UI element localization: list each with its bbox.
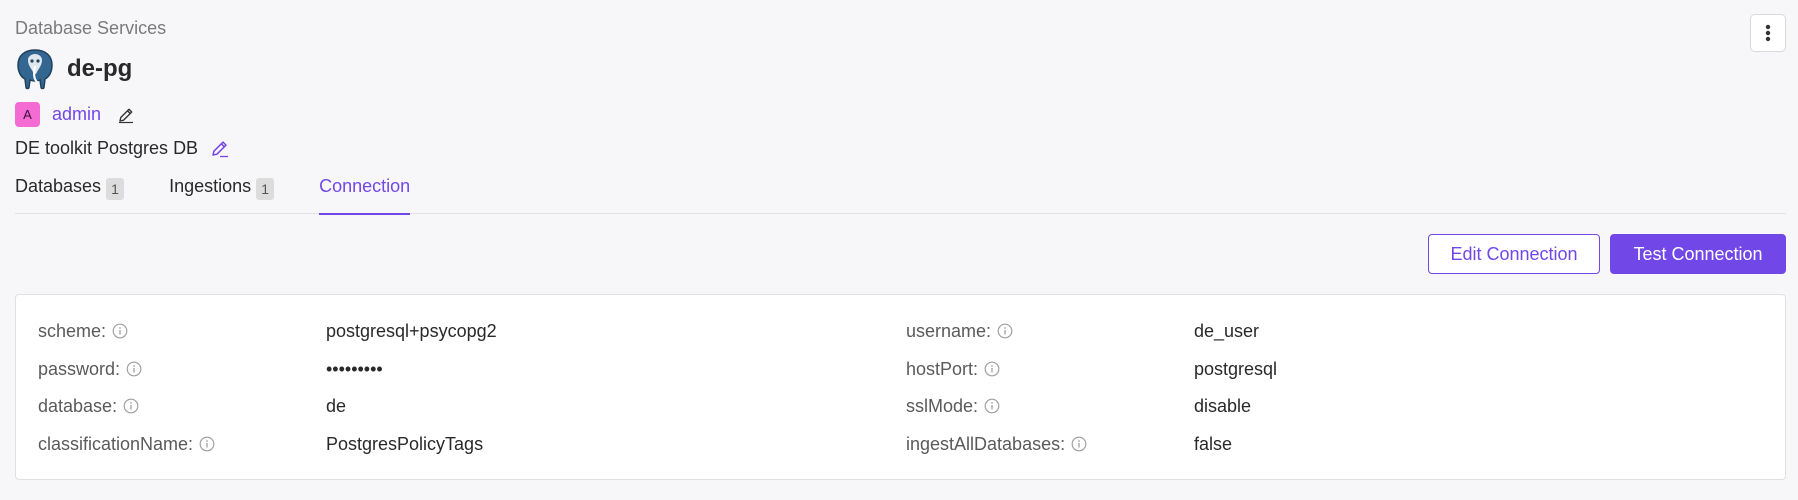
connection-fields: scheme: postgresql+psycopg2 password: •••••… (16, 295, 1785, 479)
connection-field-value: false (1194, 433, 1233, 454)
connection-field-label: scheme: (38, 319, 128, 343)
field-key-text: classificationName: (38, 433, 194, 454)
field-key-text: username: (906, 320, 992, 341)
field-key-text: scheme: (38, 320, 107, 341)
connection-field-value: postgresql+psycopg2 (326, 320, 497, 341)
field-key-text: password: (38, 358, 121, 379)
connection-field-label: classificationName: (38, 432, 215, 456)
field-key-text: ingestAllDatabases: (906, 433, 1066, 454)
breadcrumb[interactable]: Database Services (15, 18, 166, 39)
tab-count-badge: 1 (256, 178, 275, 200)
field-key-text: hostPort: (906, 358, 979, 379)
tab-count-badge: 1 (106, 178, 125, 200)
tab-label: Connection (319, 176, 411, 196)
field-key-text: database: (38, 395, 118, 416)
connection-field-value: PostgresPolicyTags (326, 433, 484, 454)
connection-details-card: scheme: postgresql+psycopg2 password: •••••… (15, 294, 1786, 480)
connection-field-label: ingestAllDatabases: (906, 432, 1087, 456)
tab-label: Databases (15, 176, 102, 196)
owner-row: A admin (15, 102, 135, 127)
tab-bar: Databases 1 Ingestions 1 Connection (15, 174, 1786, 215)
tab-databases[interactable]: Databases 1 (15, 174, 125, 214)
test-connection-button[interactable]: Test Connection (1610, 234, 1786, 274)
description-row: DE toolkit Postgres DB (15, 138, 230, 159)
tab-connection[interactable]: Connection (319, 174, 411, 215)
connection-actions: Edit Connection Test Connection (1428, 234, 1786, 274)
connection-field-value: disable (1194, 395, 1252, 416)
pencil-icon[interactable] (117, 106, 135, 124)
connection-field-value: de (326, 395, 347, 416)
owner-link[interactable]: admin (52, 104, 101, 125)
field-key-text: sslMode: (906, 395, 979, 416)
tab-label: Ingestions (169, 176, 252, 196)
connection-field-value: de_user (1194, 320, 1260, 341)
connection-field-label: hostPort: (906, 357, 1000, 381)
more-options-button[interactable] (1750, 14, 1786, 52)
info-icon[interactable] (126, 361, 142, 377)
service-description: DE toolkit Postgres DB (15, 138, 199, 158)
info-icon[interactable] (1071, 436, 1087, 452)
info-icon[interactable] (123, 398, 139, 414)
info-icon[interactable] (984, 398, 1000, 414)
postgres-elephant-icon (17, 49, 53, 90)
info-icon[interactable] (984, 361, 1000, 377)
connection-field-label: database: (38, 394, 139, 418)
tab-ingestions[interactable]: Ingestions 1 (169, 174, 275, 214)
info-icon[interactable] (997, 323, 1013, 339)
connection-field-label: password: (38, 357, 142, 381)
connection-field-value: postgresql (1194, 358, 1278, 379)
connection-field-value: ••••••••• (326, 358, 383, 379)
info-icon[interactable] (199, 436, 215, 452)
avatar: A (15, 102, 40, 127)
edit-connection-button[interactable]: Edit Connection (1428, 234, 1600, 274)
kebab-menu-icon (1765, 24, 1771, 42)
service-title-row: de-pg (15, 48, 132, 90)
info-icon[interactable] (112, 323, 128, 339)
connection-field-label: username: (906, 319, 1013, 343)
service-name: de-pg (67, 55, 133, 82)
pencil-icon[interactable] (210, 139, 230, 159)
connection-field-label: sslMode: (906, 394, 1000, 418)
